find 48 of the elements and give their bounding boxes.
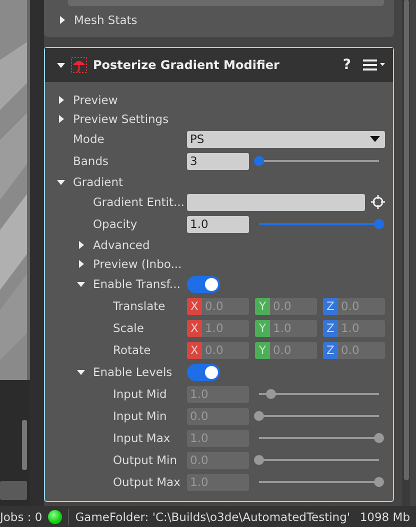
component-title: Posterize Gradient Modifier (93, 58, 280, 72)
collapse-arrow-icon[interactable] (57, 61, 65, 69)
property-label: Input Max (113, 431, 170, 445)
property-label: Enable Levels (93, 365, 172, 379)
number-field[interactable]: 1.0 (187, 216, 249, 232)
slider-thumb[interactable] (374, 219, 384, 229)
property-label: Output Min (113, 453, 178, 467)
property-label: Scale (113, 321, 144, 335)
dropdown-caret-icon (370, 136, 380, 142)
property-label: Gradient (73, 174, 124, 188)
property-label: Translate (113, 299, 166, 313)
property-label: Input Min (113, 409, 167, 423)
collapse-arrow-icon[interactable] (77, 368, 85, 376)
memory-usage: 1098 Mb (360, 510, 410, 524)
mode-dropdown[interactable]: PS (187, 130, 385, 148)
property-label: Input Mid (113, 387, 167, 401)
toggle-switch[interactable] (187, 364, 220, 380)
expand-arrow-icon[interactable] (57, 96, 65, 104)
scrollbar-thumb[interactable] (22, 420, 27, 470)
umbrella-icon (71, 57, 87, 73)
number-field[interactable]: 3 (187, 152, 249, 170)
menu-icon[interactable] (363, 59, 385, 71)
game-folder-path: GameFolder: 'C:\Builds\o3de\AutomatedTesting' (75, 510, 350, 524)
scrollbar-thumb[interactable] (404, 0, 408, 480)
collapse-arrow-icon[interactable] (57, 178, 65, 186)
expand-arrow-icon[interactable] (57, 114, 65, 122)
expand-arrow-icon[interactable] (77, 260, 85, 268)
property-label: Bands (73, 154, 109, 168)
property-label: Enable Transf... (93, 277, 180, 291)
property-label: Mode (73, 132, 104, 146)
expand-arrow-icon[interactable] (77, 240, 85, 248)
property-label: Preview (73, 92, 118, 106)
slider-thumb[interactable] (254, 156, 264, 166)
property-label: Preview (Inbo... (93, 256, 182, 270)
toggle-switch[interactable] (187, 276, 220, 292)
target-icon[interactable] (371, 195, 385, 209)
property-label: Gradient Entit... (93, 195, 184, 209)
property-label: Rotate (113, 343, 151, 357)
help-button[interactable]: ? (342, 57, 351, 73)
entity-field[interactable] (187, 194, 365, 210)
property-label: Opacity (93, 217, 138, 231)
expand-arrow-icon[interactable] (58, 16, 66, 24)
collapse-arrow-icon[interactable] (77, 280, 85, 288)
section-label: Mesh Stats (74, 13, 138, 27)
property-label: Output Max (113, 475, 180, 489)
component-header[interactable]: Posterize Gradient Modifier ? (45, 48, 393, 82)
property-label: Advanced (93, 238, 150, 252)
property-label: Preview Settings (73, 112, 169, 126)
